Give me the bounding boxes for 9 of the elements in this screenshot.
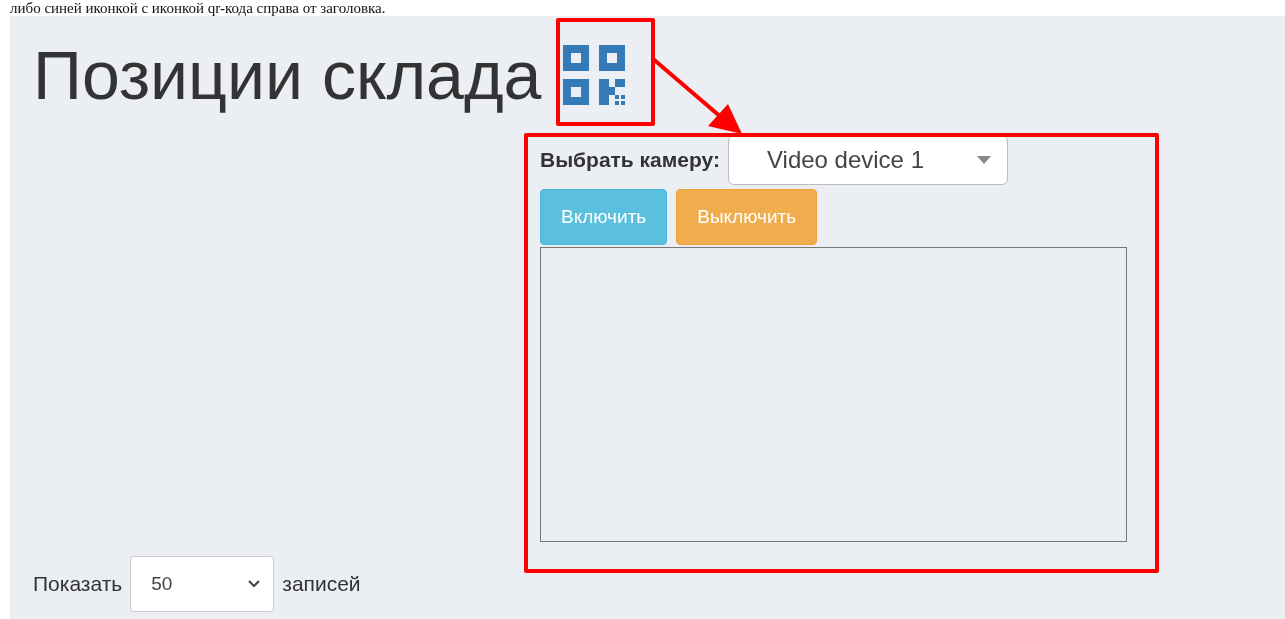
camera-select[interactable]: Video device 1: [727, 135, 1008, 185]
entries-label: записей: [282, 572, 361, 596]
show-label: Показать: [33, 572, 123, 596]
camera-label: Выбрать камеру:: [540, 148, 720, 172]
caret-icon[interactable]: [976, 156, 991, 164]
qr-code-icon[interactable]: [561, 43, 628, 107]
chevron-icon[interactable]: [247, 579, 262, 589]
caption-text: либо синей иконкой с иконкой qr-кода справа от заголовка.: [9, 0, 387, 16]
page-size-select[interactable]: 50: [130, 556, 275, 612]
